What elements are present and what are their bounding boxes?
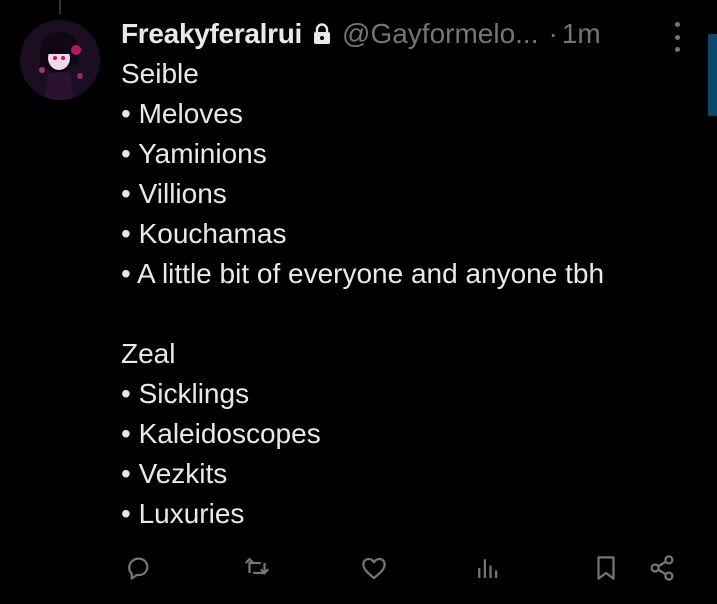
tweet-line: • Meloves xyxy=(121,98,243,129)
scrollbar-thumb[interactable] xyxy=(708,34,717,116)
avatar[interactable] xyxy=(20,20,100,100)
tweet-line: • Sicklings xyxy=(121,378,250,409)
tweet-line: Seible xyxy=(121,58,199,89)
heart-icon xyxy=(362,557,386,580)
reply-icon xyxy=(128,557,149,580)
tweet-line: • Kouchamas xyxy=(121,218,287,249)
share-button[interactable] xyxy=(644,548,680,588)
retweet-icon xyxy=(244,557,270,575)
timestamp[interactable]: 1m xyxy=(562,18,601,50)
tweet-line: Zeal xyxy=(121,338,176,369)
more-vertical-icon[interactable] xyxy=(667,22,687,52)
tweet-line: • Kaleidoscopes xyxy=(121,418,321,449)
tweet-line: • Luxuries xyxy=(121,498,245,529)
tweet-line: • Yaminions xyxy=(121,138,267,169)
timestamp-separator: · xyxy=(548,18,558,49)
tweet-line: • A little bit of everyone and anyone tb… xyxy=(121,258,605,289)
tweet-text: Seible • Meloves • Yaminions • Villions … xyxy=(121,54,697,534)
reply-button[interactable] xyxy=(120,548,156,588)
bookmark-icon xyxy=(597,556,615,580)
like-button[interactable] xyxy=(356,548,392,588)
tweet-line: • Villions xyxy=(121,178,227,209)
tweet-action-bar xyxy=(120,548,680,588)
tweet-header: Freakyferalrui @Gayformelo... · 1m xyxy=(121,14,677,54)
username-handle[interactable]: @Gayformelo... xyxy=(342,18,538,50)
views-button[interactable] xyxy=(470,548,506,588)
tweet-line: • Vezkits xyxy=(121,458,228,489)
bookmark-button[interactable] xyxy=(588,548,624,588)
avatar-image xyxy=(20,20,100,100)
analytics-icon xyxy=(478,559,498,578)
lock-icon xyxy=(312,23,332,45)
display-name[interactable]: Freakyferalrui xyxy=(121,18,302,50)
share-icon xyxy=(650,555,674,581)
retweet-button[interactable] xyxy=(239,548,275,588)
thread-connector-line xyxy=(59,0,61,14)
